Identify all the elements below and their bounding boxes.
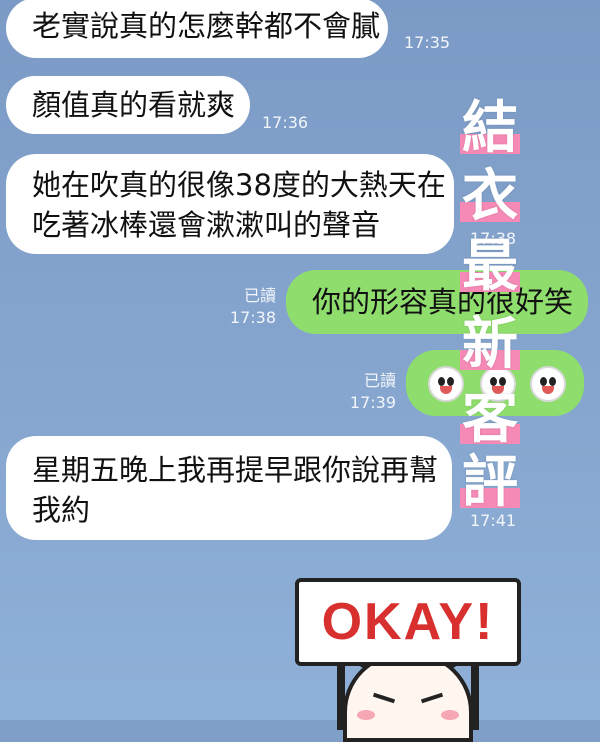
message-text: 顏值真的看就爽 [32, 88, 236, 122]
read-label: 已讀 [363, 371, 396, 390]
message-text-line: 我約 [32, 493, 91, 527]
message-bubble-incoming[interactable]: 顏值真的看就爽 [6, 76, 250, 134]
okay-sign: OKAY! [295, 578, 521, 666]
read-status: 已讀 17:39 [344, 370, 396, 414]
overlay-character: 衣 [460, 164, 520, 229]
message-bubble-incoming[interactable]: 她在吹真的很像38度的大熱天在 吃著冰棒還會漱漱叫的聲音 [6, 154, 454, 254]
laughing-face-icon [530, 366, 566, 402]
overlay-character: 結 [460, 96, 520, 161]
overlay-character: 客 [460, 386, 520, 451]
message-text-line: 她在吹真的很像38度的大熱天在 [32, 168, 446, 202]
bunny-cheek [357, 710, 375, 720]
read-status: 已讀 17:38 [224, 285, 276, 329]
bunny-cheek [441, 710, 459, 720]
message-text: 你的形容真的很好笑 [312, 285, 574, 319]
message-text-line: 星期五晚上我再提早跟你說再幫 [32, 453, 439, 487]
message-timestamp: 17:35 [404, 33, 451, 52]
okay-sign-text: OKAY! [321, 593, 495, 651]
overlay-character: 新 [460, 312, 520, 377]
message-text-line: 吃著冰棒還會漱漱叫的聲音 [32, 208, 381, 242]
overlay-character: 評 [460, 450, 520, 515]
bunny-eye [372, 692, 396, 704]
message-bubble-incoming[interactable]: 老實說真的怎麼幹都不會膩 [6, 0, 388, 58]
okay-bunny-sticker[interactable]: OKAY! [295, 560, 525, 742]
message-timestamp: 17:38 [229, 308, 276, 327]
message-bubble-outgoing[interactable]: 你的形容真的很好笑 [286, 270, 588, 334]
message-bubble-incoming[interactable]: 星期五晚上我再提早跟你說再幫 我約 [6, 436, 452, 540]
read-label: 已讀 [243, 286, 276, 305]
message-timestamp: 17:39 [349, 393, 396, 412]
message-text: 老實說真的怎麼幹都不會膩 [32, 9, 381, 43]
message-timestamp: 17:36 [262, 113, 309, 132]
overlay-character: 最 [460, 234, 520, 299]
bunny-eye [420, 692, 444, 704]
